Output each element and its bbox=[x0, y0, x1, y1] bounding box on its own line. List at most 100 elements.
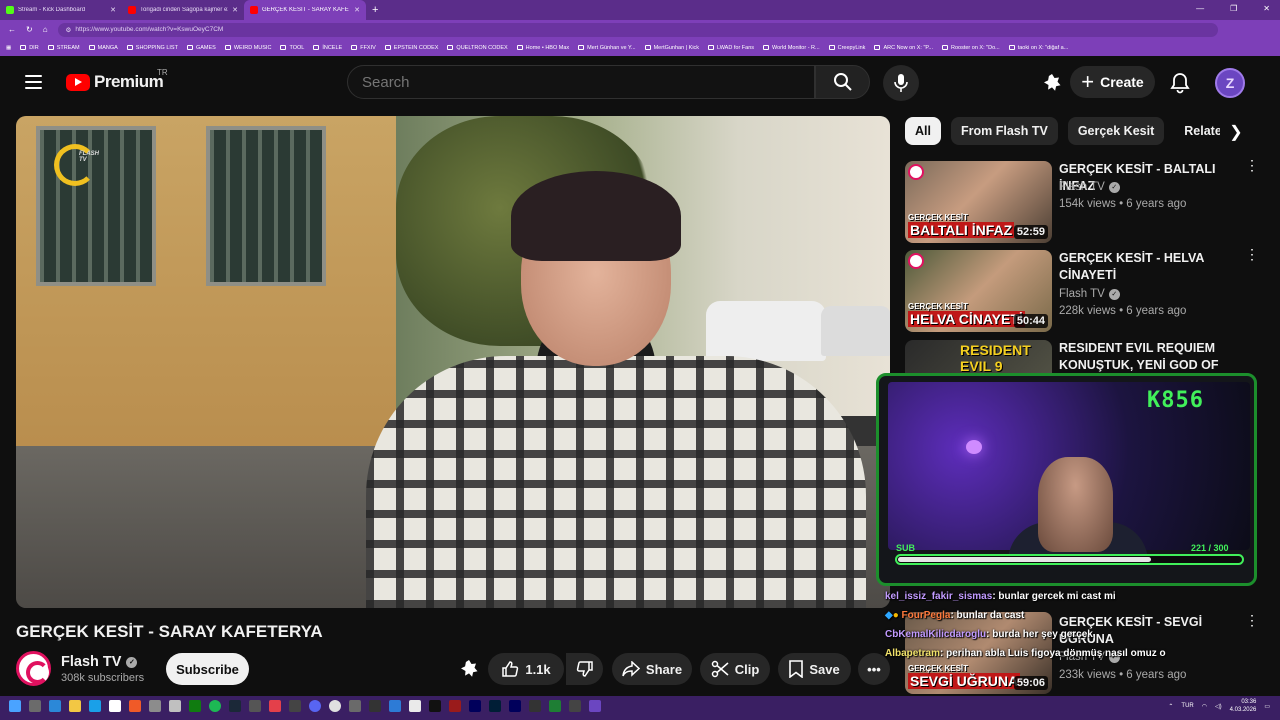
account-avatar[interactable]: Z bbox=[1215, 68, 1245, 98]
recommendation-item[interactable]: GERÇEK KESİT BALTALI İNFAZ 52:59 GERÇEK K… bbox=[905, 158, 1259, 243]
clip-button[interactable]: Clip bbox=[700, 653, 770, 685]
more-vertical-icon[interactable]: ⋮ bbox=[1245, 158, 1259, 172]
home-icon[interactable]: ⌂ bbox=[43, 25, 48, 34]
dislike-button[interactable] bbox=[566, 653, 603, 685]
bookmark-item[interactable]: FFXIV bbox=[351, 45, 376, 51]
bookmark-item[interactable]: LWAD for Fans bbox=[708, 45, 754, 51]
input-language[interactable]: TUR bbox=[1181, 703, 1193, 709]
recommendation-title[interactable]: RESIDENT EVIL REQUIEM KONUŞTUK, YENİ GOD… bbox=[1059, 340, 1237, 373]
share-button[interactable]: Share bbox=[612, 653, 692, 685]
file-explorer-icon[interactable] bbox=[69, 700, 81, 712]
recommendation-item[interactable]: RESIDENT EVIL 9 RESIDENT EVIL REQUIEM KO… bbox=[905, 340, 1250, 373]
subscribe-button[interactable]: Subscribe bbox=[166, 653, 249, 685]
minimize-icon[interactable]: — bbox=[1196, 4, 1204, 13]
more-vertical-icon[interactable]: ⋮ bbox=[1245, 613, 1259, 627]
bookmark-item[interactable]: İNCELE bbox=[313, 45, 342, 51]
close-tab-icon[interactable]: ✕ bbox=[232, 6, 238, 14]
bookmark-item[interactable]: Rooster on X: "Do... bbox=[941, 45, 1000, 51]
app-icon[interactable] bbox=[249, 700, 261, 712]
video-thumbnail[interactable]: GERÇEK KESİT HELVA CİNAYETİ 50:44 bbox=[905, 250, 1052, 332]
notification-center-icon[interactable]: ▭ bbox=[1264, 703, 1270, 710]
maximize-icon[interactable]: ❐ bbox=[1230, 4, 1237, 13]
like-button[interactable]: 1.1k bbox=[488, 653, 564, 685]
app-icon[interactable] bbox=[589, 700, 601, 712]
bookmark-item[interactable]: MANGA bbox=[88, 45, 118, 51]
photoshop-icon[interactable] bbox=[489, 700, 501, 712]
recommendation-title[interactable]: GERÇEK KESİT - HELVA CİNAYETİ bbox=[1059, 250, 1237, 284]
close-window-icon[interactable]: ✕ bbox=[1263, 4, 1270, 13]
app-icon[interactable] bbox=[429, 700, 441, 712]
channel-avatar[interactable] bbox=[16, 651, 51, 686]
premiere-icon[interactable] bbox=[509, 700, 521, 712]
tray-chevron-icon[interactable]: ⌃ bbox=[1168, 703, 1173, 710]
video-thumbnail[interactable]: RESIDENT EVIL 9 bbox=[905, 340, 1052, 373]
more-vertical-icon[interactable]: ⋮ bbox=[1245, 340, 1250, 351]
chip-related[interactable]: Related bbox=[1174, 117, 1220, 145]
new-tab-icon[interactable]: + bbox=[372, 4, 378, 16]
recommendation-channel[interactable]: Flash TV ✓ bbox=[1059, 288, 1120, 300]
app-icon[interactable] bbox=[289, 700, 301, 712]
xbox-icon[interactable] bbox=[189, 700, 201, 712]
app-icon[interactable] bbox=[169, 700, 181, 712]
more-vertical-icon[interactable]: ⋮ bbox=[1245, 247, 1259, 261]
bookmark-item[interactable]: WEIRD MUSIC bbox=[224, 45, 271, 51]
notifications-button[interactable] bbox=[1164, 67, 1196, 99]
site-info-icon[interactable]: ⚙ bbox=[66, 26, 72, 34]
browser-tab-youtube-1[interactable]: Torigadi cinderi Sagopa kajmer ez ✕ bbox=[122, 0, 244, 20]
volume-icon[interactable]: ◁) bbox=[1215, 703, 1222, 710]
app-icon[interactable] bbox=[529, 700, 541, 712]
bookmark-item[interactable]: TOOL bbox=[280, 45, 304, 51]
bookmark-item[interactable]: GAMES bbox=[186, 45, 216, 51]
video-player[interactable]: FLASH TV bbox=[16, 116, 890, 608]
reload-icon[interactable]: ↻ bbox=[26, 25, 33, 34]
menu-icon[interactable] bbox=[25, 75, 42, 89]
after-effects-icon[interactable] bbox=[469, 700, 481, 712]
app-icon[interactable] bbox=[129, 700, 141, 712]
start-icon[interactable] bbox=[9, 700, 21, 712]
channel-name[interactable]: Flash TV bbox=[61, 654, 121, 670]
task-view-icon[interactable] bbox=[29, 700, 41, 712]
app-icon[interactable] bbox=[569, 700, 581, 712]
bookmark-item[interactable]: MertGunhan | Kick bbox=[644, 45, 699, 51]
bookmark-item[interactable]: EPSTEIN CODEX bbox=[384, 45, 438, 51]
recommendation-channel[interactable]: Flash TV ✓ bbox=[1059, 181, 1120, 193]
premium-features-button[interactable] bbox=[1036, 67, 1068, 99]
app-icon[interactable] bbox=[389, 700, 401, 712]
bookmark-item[interactable]: World Monitor - R... bbox=[763, 45, 820, 51]
bookmark-item[interactable]: QUELTRON CODEX bbox=[447, 45, 508, 51]
wifi-icon[interactable]: ◠ bbox=[1202, 703, 1207, 710]
search-button[interactable] bbox=[815, 65, 870, 99]
app-icon[interactable] bbox=[369, 700, 381, 712]
close-tab-icon[interactable]: ✕ bbox=[354, 6, 360, 14]
app-icon[interactable] bbox=[409, 700, 421, 712]
recommendation-item[interactable]: GERÇEK KESİT HELVA CİNAYETİ 50:44 GERÇEK … bbox=[905, 247, 1259, 332]
bookmark-item[interactable]: DIR bbox=[20, 45, 39, 51]
search-input[interactable] bbox=[362, 73, 802, 91]
chevron-right-icon[interactable]: ❯ bbox=[1224, 120, 1248, 144]
app-icon[interactable] bbox=[549, 700, 561, 712]
app-icon[interactable] bbox=[269, 700, 281, 712]
chrome-icon[interactable] bbox=[329, 700, 341, 712]
app-icon[interactable] bbox=[109, 700, 121, 712]
app-icon[interactable] bbox=[89, 700, 101, 712]
video-thumbnail[interactable]: GERÇEK KESİT BALTALI İNFAZ 52:59 bbox=[905, 161, 1052, 243]
back-icon[interactable]: ← bbox=[8, 25, 16, 34]
url-field[interactable]: ⚙ https://www.youtube.com/watch?v=KswuOey… bbox=[57, 22, 1218, 37]
youtube-premium-logo[interactable]: Premium TR bbox=[66, 68, 168, 92]
discord-icon[interactable] bbox=[309, 700, 321, 712]
chip-gercek-kesit[interactable]: Gerçek Kesit bbox=[1067, 117, 1165, 145]
chip-from-flash-tv[interactable]: From Flash TV bbox=[950, 117, 1058, 145]
voice-search-button[interactable] bbox=[883, 65, 919, 101]
bookmark-item[interactable]: taoki on X: "diğaf a... bbox=[1008, 45, 1068, 51]
bookmark-item[interactable]: CreepyLink bbox=[828, 45, 865, 51]
browser-tab-youtube-active[interactable]: GERÇEK KESİT - SARAY KAFETE ✕ bbox=[244, 0, 366, 20]
system-clock[interactable]: 03:36 4.03.2026 bbox=[1230, 698, 1257, 714]
spotify-icon[interactable] bbox=[209, 700, 221, 712]
browser-tab-kick[interactable]: Stream - Kick Dashboard ✕ bbox=[0, 0, 122, 20]
bookmark-item[interactable]: Home • HBO Max bbox=[516, 45, 569, 51]
premium-badge-button[interactable] bbox=[455, 653, 483, 685]
app-icon[interactable] bbox=[349, 700, 361, 712]
close-tab-icon[interactable]: ✕ bbox=[110, 6, 116, 14]
app-icon[interactable] bbox=[49, 700, 61, 712]
app-icon[interactable] bbox=[149, 700, 161, 712]
